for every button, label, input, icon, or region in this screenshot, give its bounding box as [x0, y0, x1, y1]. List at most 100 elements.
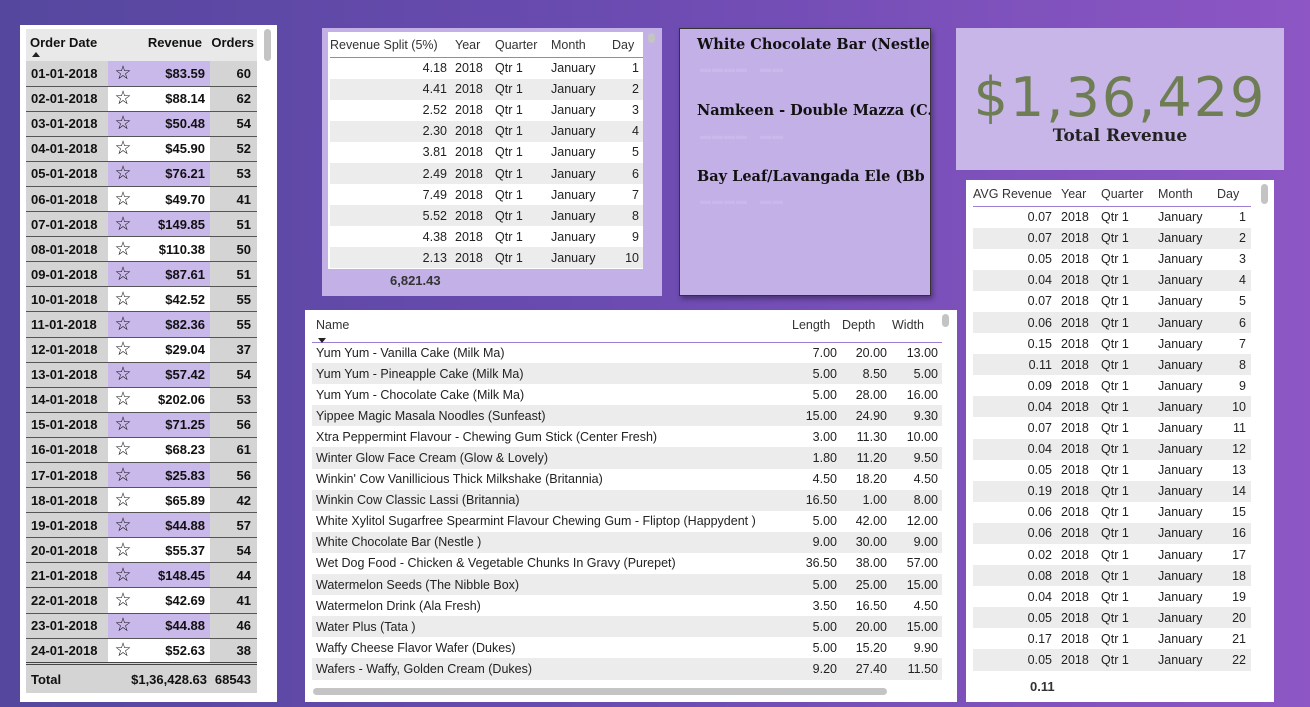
table-row[interactable]: 4.18 2018 Qtr 1 January 1 [330, 58, 643, 79]
avg-revenue-header[interactable]: AVG Revenue [973, 187, 1058, 207]
quarter-header[interactable]: Quarter [491, 38, 547, 58]
table-row[interactable]: 0.06 2018 Qtr 1 January 6 [973, 311, 1251, 334]
table-row[interactable]: 08-01-2018 ☆ $110.38 50 [26, 236, 258, 263]
table-row[interactable]: Yippee Magic Masala Noodles (Sunfeast) 15… [312, 405, 942, 427]
table-row[interactable]: 0.06 2018 Qtr 1 January 16 [973, 522, 1251, 544]
star-icon[interactable]: ☆ [108, 186, 138, 213]
table-row[interactable]: 11-01-2018 ☆ $82.36 55 [26, 311, 258, 338]
table-row[interactable]: 09-01-2018 ☆ $87.61 51 [26, 261, 258, 288]
star-icon[interactable]: ☆ [108, 86, 138, 112]
table-row[interactable]: 0.17 2018 Qtr 1 January 21 [973, 628, 1251, 649]
table-row[interactable]: 22-01-2018 ☆ $42.69 41 [26, 587, 258, 614]
table-row[interactable]: 16-01-2018 ☆ $68.23 61 [26, 437, 258, 464]
table-row[interactable]: Yum Yum - Vanilla Cake (Milk Ma) 7.00 20.0… [312, 342, 942, 363]
table-row[interactable]: 4.41 2018 Qtr 1 January 2 [330, 78, 643, 100]
split-scrollbar[interactable] [648, 33, 655, 43]
day-header[interactable]: Day [612, 38, 643, 58]
table-row[interactable]: White Chocolate Bar (Nestle ) 9.00 30.00 9.… [312, 531, 942, 553]
table-row[interactable]: Xtra Peppermint Flavour - Chewing Gum St… [312, 426, 942, 447]
table-row[interactable]: Wafers - Waffy, Golden Cream (Dukes) 9.20… [312, 658, 942, 680]
table-row[interactable]: 0.06 2018 Qtr 1 January 15 [973, 502, 1251, 523]
table-row[interactable]: 2.30 2018 Qtr 1 January 4 [330, 120, 643, 142]
month-header[interactable]: Month [1153, 187, 1217, 207]
table-row[interactable]: 0.07 2018 Qtr 1 January 1 [973, 207, 1251, 228]
table-row[interactable]: 0.07 2018 Qtr 1 January 5 [973, 291, 1251, 312]
star-icon[interactable]: ☆ [108, 437, 138, 464]
table-row[interactable]: Winter Glow Face Cream (Glow & Lovely) 1.… [312, 447, 942, 469]
table-row[interactable]: 07-01-2018 ☆ $149.85 51 [26, 211, 258, 238]
table-row[interactable]: 04-01-2018 ☆ $45.90 52 [26, 136, 258, 162]
table-row[interactable]: 0.04 2018 Qtr 1 January 4 [973, 269, 1251, 291]
product-name-1[interactable]: White Chocolate Bar (Nestle ) [697, 36, 930, 53]
star-icon[interactable]: ☆ [108, 587, 138, 614]
table-row[interactable]: 23-01-2018 ☆ $44.88 46 [26, 613, 258, 639]
star-icon[interactable]: ☆ [108, 487, 138, 514]
revenue-split-header[interactable]: Revenue Split (5%) [330, 38, 451, 58]
table-row[interactable]: Water Plus (Tata ) 5.00 20.00 15.00 [312, 616, 942, 638]
table-row[interactable]: 17-01-2018 ☆ $25.83 56 [26, 462, 258, 489]
table-row[interactable]: 12-01-2018 ☆ $29.04 37 [26, 337, 258, 363]
star-icon[interactable]: ☆ [108, 286, 138, 313]
star-icon[interactable]: ☆ [108, 638, 138, 664]
table-row[interactable]: 19-01-2018 ☆ $44.88 57 [26, 512, 258, 539]
depth-header[interactable]: Depth [842, 316, 892, 343]
table-row[interactable]: 0.04 2018 Qtr 1 January 12 [973, 438, 1251, 460]
year-header[interactable]: Year [451, 38, 491, 58]
table-row[interactable]: 2.49 2018 Qtr 1 January 6 [330, 162, 643, 185]
table-row[interactable]: Winkin Cow Classic Lassi (Britannia) 16.5… [312, 489, 942, 511]
star-icon[interactable]: ☆ [108, 236, 138, 263]
star-icon[interactable]: ☆ [108, 111, 138, 137]
avg-scrollbar[interactable] [1261, 184, 1268, 204]
revenue-header[interactable]: Revenue [108, 29, 211, 61]
table-row[interactable]: 4.38 2018 Qtr 1 January 9 [330, 226, 643, 247]
table-row[interactable]: Winkin' Cow Vanillicious Thick Milkshake… [312, 469, 942, 490]
table-row[interactable]: 0.07 2018 Qtr 1 January 11 [973, 417, 1251, 438]
table-row[interactable]: Yum Yum - Chocolate Cake (Milk Ma) 5.00 28… [312, 384, 942, 405]
orders-header[interactable]: Orders [210, 29, 258, 61]
year-header[interactable]: Year [1058, 187, 1098, 207]
product-vertical-scrollbar[interactable] [942, 314, 949, 327]
order-date-header[interactable]: Order Date [26, 29, 108, 61]
table-row[interactable]: 0.11 2018 Qtr 1 January 8 [973, 354, 1251, 376]
table-row[interactable]: White Xylitol Sugarfree Spearmint Flavou… [312, 511, 942, 532]
table-row[interactable]: 03-01-2018 ☆ $50.48 54 [26, 111, 258, 137]
table-row[interactable]: 0.09 2018 Qtr 1 January 9 [973, 375, 1251, 396]
star-icon[interactable]: ☆ [108, 387, 138, 413]
table-row[interactable]: Watermelon Seeds (The Nibble Box) 5.00 25.… [312, 574, 942, 596]
month-header[interactable]: Month [547, 38, 612, 58]
table-row[interactable]: 02-01-2018 ☆ $88.14 62 [26, 86, 258, 112]
table-row[interactable]: 3.81 2018 Qtr 1 January 5 [330, 142, 643, 163]
table-row[interactable]: Waffy Cheese Flavor Wafer (Dukes) 5.00 15.… [312, 637, 942, 658]
star-icon[interactable]: ☆ [108, 211, 138, 238]
product-name-2[interactable]: Namkeen - Double Mazza (C... [697, 102, 930, 119]
table-row[interactable]: 24-01-2018 ☆ $52.63 38 [26, 638, 258, 664]
table-row[interactable]: 0.05 2018 Qtr 1 January 22 [973, 649, 1251, 671]
table-row[interactable]: 10-01-2018 ☆ $42.52 55 [26, 286, 258, 313]
table-row[interactable]: 5.52 2018 Qtr 1 January 8 [330, 205, 643, 227]
table-row[interactable]: 18-01-2018 ☆ $65.89 42 [26, 487, 258, 514]
table-row[interactable]: 06-01-2018 ☆ $49.70 41 [26, 186, 258, 213]
table-row[interactable]: Watermelon Drink (Ala Fresh) 3.50 16.50 4.5… [312, 595, 942, 616]
table-row[interactable]: 2.13 2018 Qtr 1 January 10 [330, 247, 643, 269]
orders-scrollbar[interactable] [264, 29, 271, 61]
table-row[interactable]: 05-01-2018 ☆ $76.21 53 [26, 161, 258, 187]
table-row[interactable]: 0.07 2018 Qtr 1 January 2 [973, 227, 1251, 249]
star-icon[interactable]: ☆ [108, 537, 138, 564]
table-row[interactable]: 01-01-2018 ☆ $83.59 60 [26, 61, 258, 87]
table-row[interactable]: Yum Yum - Pineapple Cake (Milk Ma) 5.00 8.… [312, 363, 942, 385]
star-icon[interactable]: ☆ [108, 337, 138, 363]
table-row[interactable]: 0.15 2018 Qtr 1 January 7 [973, 333, 1251, 354]
product-horizontal-scrollbar[interactable] [313, 688, 887, 695]
table-row[interactable]: 0.02 2018 Qtr 1 January 17 [973, 544, 1251, 565]
star-icon[interactable]: ☆ [108, 613, 138, 639]
name-header[interactable]: Name [312, 316, 792, 343]
table-row[interactable]: Wet Dog Food - Chicken & Vegetable Chunk… [312, 553, 942, 574]
star-icon[interactable]: ☆ [108, 562, 138, 589]
star-icon[interactable]: ☆ [108, 412, 138, 438]
product-name-3[interactable]: Bay Leaf/Lavangada Ele (Bb ... [697, 168, 930, 185]
star-icon[interactable]: ☆ [108, 462, 138, 489]
table-row[interactable]: 0.08 2018 Qtr 1 January 18 [973, 565, 1251, 587]
quarter-header[interactable]: Quarter [1098, 187, 1153, 207]
table-row[interactable]: 21-01-2018 ☆ $148.45 44 [26, 562, 258, 589]
star-icon[interactable]: ☆ [108, 61, 138, 87]
